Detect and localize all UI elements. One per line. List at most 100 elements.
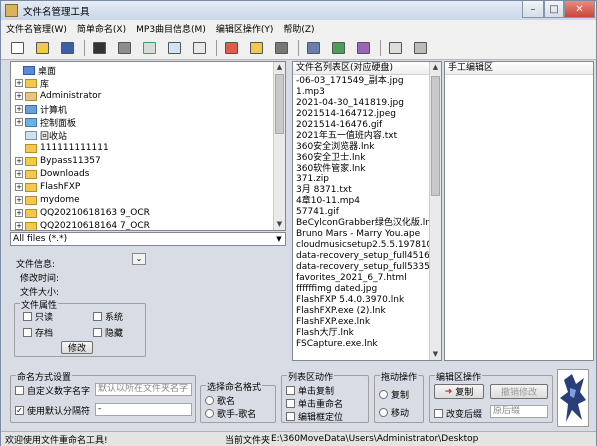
tree-item[interactable]: + 库 — [15, 77, 49, 90]
format-artist-song-radio[interactable]: 歌手-歌名 — [205, 407, 256, 420]
close-button[interactable]: ✕ — [564, 1, 595, 18]
file-list-item[interactable]: data-recovery_setup_full5335.exe — [296, 262, 441, 273]
hidden-checkbox[interactable]: 隐藏 — [93, 326, 123, 339]
file-list-item[interactable]: FlashFXP 5.4.0.3970.lnk — [296, 295, 441, 306]
tree-item[interactable]: + 计算机 — [15, 103, 67, 116]
file-list-item[interactable]: 360安全卫士.lnk — [296, 153, 441, 164]
format-song-radio[interactable]: 歌名 — [205, 394, 235, 407]
menu-file-manage[interactable]: 文件名管理(W) — [1, 22, 72, 35]
edit-icon[interactable] — [164, 39, 184, 57]
file-list-item[interactable]: 371.zip — [296, 174, 441, 185]
maximize-button[interactable]: □ — [544, 1, 564, 18]
scroll-thumb[interactable] — [431, 76, 440, 196]
tree-item[interactable]: 111111111111 — [15, 142, 109, 154]
image-icon[interactable] — [385, 39, 405, 57]
tree-item[interactable]: + FlashFXP — [15, 181, 80, 193]
file-list-item[interactable]: cloudmusicsetup2.5.5.197810.exe — [296, 240, 441, 251]
open-icon[interactable] — [32, 39, 52, 57]
chevron-down-icon[interactable]: ▼ — [273, 233, 285, 245]
tree-item[interactable]: + Downloads — [15, 168, 89, 180]
expand-icon[interactable]: + — [15, 105, 23, 113]
menu-edit-area[interactable]: 编辑区操作(Y) — [211, 22, 279, 35]
tree-item[interactable]: + mydome — [15, 194, 80, 206]
file-list-item[interactable]: -06-03_171549_副本.jpg — [296, 76, 441, 87]
readonly-checkbox[interactable]: 只读 — [23, 310, 53, 323]
paste-icon[interactable] — [114, 39, 134, 57]
file-list-item[interactable]: 360软件管家.lnk — [296, 164, 441, 175]
expand-icon[interactable]: + — [15, 196, 23, 204]
tree-root[interactable]: 桌面 — [13, 64, 56, 77]
file-list-item[interactable]: FlashFXP.exe (2).lnk — [296, 306, 441, 317]
custom-prefix-checkbox[interactable]: 自定义数字名字 — [15, 384, 90, 397]
file-list-item[interactable]: favorites_2021_6_7.html — [296, 273, 441, 284]
expand-icon[interactable]: + — [15, 157, 23, 165]
file-list-item[interactable]: ffffffimg dated.jpg — [296, 284, 441, 295]
manual-edit-panel[interactable]: 手工编辑区 — [444, 61, 594, 361]
file-list[interactable]: 文件名列表区(对应硬盘) -06-03_171549_副本.jpg 1.mp3 20… — [292, 61, 442, 361]
file-list-item[interactable]: data-recovery_setup_full4516.exe — [296, 251, 441, 262]
tool2-icon[interactable] — [271, 39, 291, 57]
file-list-item[interactable]: BeCylconGrabber绿色汉化版.lnk — [296, 218, 441, 229]
scroll-thumb[interactable] — [275, 74, 284, 134]
menu-help[interactable]: 帮助(Z) — [278, 22, 319, 35]
separator-input[interactable]: - — [95, 403, 192, 416]
file-list-item[interactable]: Bruno Mars - Marry You.ape — [296, 229, 441, 240]
archive-checkbox[interactable]: 存档 — [23, 326, 53, 339]
collapse-icon[interactable]: ⌄ — [132, 253, 146, 265]
file-list-item[interactable]: 4章10-11.mp4 — [296, 196, 441, 207]
find-icon[interactable] — [221, 39, 241, 57]
tool3-icon[interactable] — [303, 39, 323, 57]
click-copy-checkbox[interactable]: 单击复制 — [286, 384, 334, 397]
system-checkbox[interactable]: 系统 — [93, 310, 123, 323]
rename-icon[interactable] — [139, 39, 159, 57]
file-list-item[interactable]: FSCapture.exe.lnk — [296, 339, 441, 350]
modify-button[interactable]: 修改 — [61, 341, 93, 354]
file-list-item[interactable]: FlashFXP.exe.lnk — [296, 317, 441, 328]
undo-icon[interactable] — [189, 39, 209, 57]
expand-icon[interactable]: + — [15, 79, 23, 87]
new-icon[interactable] — [7, 39, 27, 57]
prefix-input[interactable]: 默认以所在文件夹名字 — [95, 383, 192, 396]
drag-copy-radio[interactable]: 复制 — [379, 388, 409, 401]
scroll-up-icon[interactable]: ▲ — [430, 62, 441, 73]
file-list-item[interactable]: 1.mp3 — [296, 87, 441, 98]
menu-simple-rename[interactable]: 简单命名(X) — [72, 22, 131, 35]
file-list-item[interactable]: 360安全浏览器.lnk — [296, 142, 441, 153]
scroll-down-icon[interactable]: ▼ — [430, 349, 441, 360]
save-icon[interactable] — [57, 39, 77, 57]
tree-scrollbar[interactable]: ▲ ▼ — [273, 62, 285, 230]
scroll-down-icon[interactable]: ▼ — [274, 219, 285, 230]
file-list-item[interactable]: 2021-04-30_141819.jpg — [296, 98, 441, 109]
expand-icon[interactable]: + — [15, 209, 23, 217]
copy-icon[interactable] — [89, 39, 109, 57]
file-list-scrollbar[interactable]: ▲ ▼ — [429, 62, 441, 360]
minimize-button[interactable]: – — [522, 1, 544, 18]
use-separator-checkbox[interactable]: ✓ 使用默认分隔符 — [15, 404, 90, 417]
file-filter-select[interactable]: All files (*.*) ▼ — [10, 232, 286, 246]
expand-icon[interactable]: + — [15, 222, 23, 230]
tree-item[interactable]: + Administrator — [15, 90, 101, 102]
tool-icon[interactable] — [246, 39, 266, 57]
tree-item[interactable]: 回收站 — [15, 129, 67, 142]
tree-item[interactable]: + Bypass11357 — [15, 155, 101, 167]
expand-icon[interactable]: + — [15, 170, 23, 178]
expand-icon[interactable]: + — [15, 183, 23, 191]
file-list-item[interactable]: 3月 8371.txt — [296, 185, 441, 196]
folder-tree[interactable]: 桌面 + 库 + Administrator + 计算机 + 控制面板 回收站 1111… — [10, 61, 286, 231]
tree-item[interactable]: + QQ20210618163 9_OCR — [15, 207, 150, 219]
file-list-item[interactable]: 2021514-164712.jpeg — [296, 109, 441, 120]
tree-item[interactable]: + 控制面板 — [15, 116, 76, 129]
tree-item[interactable]: + QQ20210618164 7_OCR — [15, 220, 150, 230]
tool5-icon[interactable] — [353, 39, 373, 57]
file-list-item[interactable]: Flash大厅.lnk — [296, 328, 441, 339]
edit-locate-checkbox[interactable]: 编辑框定位 — [286, 410, 343, 423]
suffix-input[interactable]: 原后缀 — [490, 405, 548, 418]
expand-icon[interactable]: + — [15, 118, 23, 126]
copy-button[interactable]: ➜ 复制 — [434, 384, 484, 399]
expand-icon[interactable]: + — [15, 92, 23, 100]
file-list-item[interactable]: 2021年五一值班内容.txt — [296, 131, 441, 142]
drag-move-radio[interactable]: 移动 — [379, 406, 409, 419]
click-rename-checkbox[interactable]: 单击重命名 — [286, 397, 343, 410]
image2-icon[interactable] — [410, 39, 430, 57]
change-suffix-checkbox[interactable]: 改变后缀 — [434, 407, 482, 420]
